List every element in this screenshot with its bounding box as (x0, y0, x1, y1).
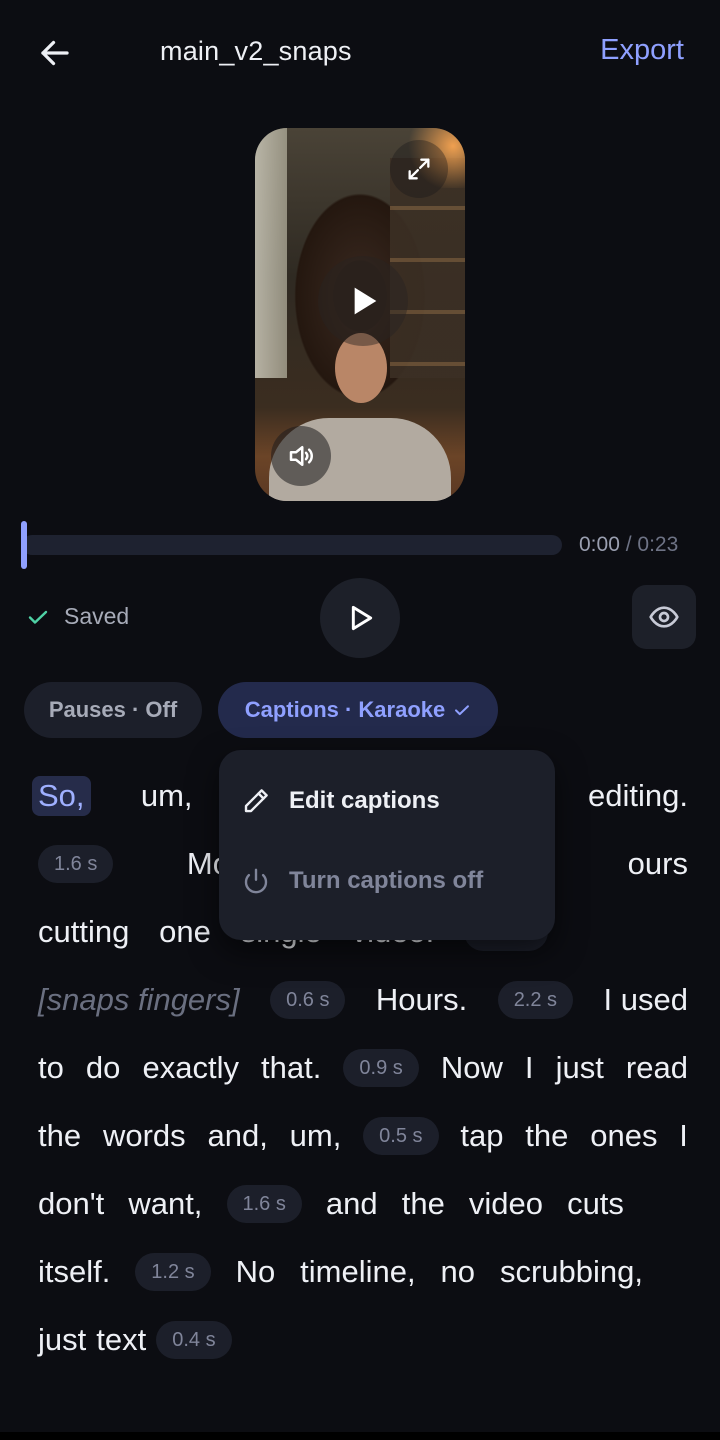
transcript-word[interactable]: the (525, 1118, 568, 1154)
pause-pill[interactable]: 2.2 s (497, 981, 574, 1019)
volume-icon (289, 446, 313, 466)
edit-captions-item[interactable]: Edit captions (241, 786, 440, 816)
transcript-word[interactable]: to (38, 1050, 64, 1086)
pause-pill[interactable]: 0.4 s (156, 1321, 232, 1359)
play-icon (354, 287, 377, 315)
time-separator: / (619, 533, 638, 556)
power-icon (244, 868, 268, 894)
transcript-word[interactable]: want, (128, 1186, 202, 1222)
transcript-line: don't want, 1.6 s and the video cuts (38, 1170, 688, 1238)
annotation[interactable]: [snaps fingers] (38, 982, 240, 1018)
transcript-word[interactable]: scrubbing, (500, 1254, 643, 1290)
transcript-word[interactable]: No (236, 1254, 276, 1290)
transcript-word[interactable]: timeline, (300, 1254, 415, 1290)
pause-pill[interactable]: 0.5 s (363, 1117, 439, 1155)
transcript-word[interactable]: read (626, 1050, 688, 1086)
time-current: 0:00 (579, 533, 620, 556)
transcript-word[interactable]: just (38, 1322, 86, 1358)
turn-captions-off-item[interactable]: Turn captions off (241, 866, 483, 896)
captions-menu: Edit captions Turn captions off (219, 750, 555, 940)
transcript-word[interactable]: I used (604, 982, 688, 1018)
transcript-word[interactable]: um, (141, 778, 193, 814)
save-status: Saved (26, 603, 129, 630)
project-title: main_v2_snaps (160, 36, 352, 66)
preview-toggle-button[interactable] (632, 585, 696, 649)
transcript-word[interactable]: don't (38, 1186, 104, 1222)
system-nav-bar (0, 1432, 720, 1440)
pencil-icon (244, 789, 268, 813)
transcript-line: to do exactly that. 0.9 s Now I just rea… (38, 1034, 688, 1102)
timeline-track[interactable] (22, 535, 562, 555)
timeline-playhead[interactable] (21, 521, 27, 569)
transcript-word[interactable]: and, (207, 1118, 267, 1154)
transcript-word[interactable]: Now (441, 1050, 503, 1086)
play-button[interactable] (320, 578, 400, 658)
fullscreen-button[interactable] (390, 140, 448, 198)
transcript-word[interactable]: I (679, 1118, 688, 1154)
time-readout: 0:00 / 0:23 (579, 533, 678, 557)
transcript-line: the words and, um, 0.5 s tap the ones I (38, 1102, 688, 1170)
transcript-word[interactable]: video (469, 1186, 543, 1222)
transcript-word[interactable]: cuts (567, 1186, 624, 1222)
transcript-word[interactable]: ones (590, 1118, 657, 1154)
transcript-word[interactable]: the (38, 1118, 81, 1154)
transcript-word[interactable]: just (556, 1050, 604, 1086)
transcript-word[interactable]: exactly (142, 1050, 238, 1086)
pause-pill[interactable]: 0.9 s (343, 1049, 419, 1087)
play-icon (351, 605, 373, 631)
volume-button[interactable] (271, 426, 331, 486)
transcript-line: itself. 1.2 s No timeline, no scrubbing, (38, 1238, 688, 1306)
transcript-word[interactable]: itself. (38, 1254, 110, 1290)
transcript-word-active[interactable]: So, (32, 776, 91, 816)
transcript-word[interactable]: I (525, 1050, 534, 1086)
transcript-word[interactable]: the (402, 1186, 445, 1222)
video-play-button[interactable] (318, 256, 408, 346)
back-button[interactable] (32, 30, 78, 76)
export-button[interactable]: Export (600, 34, 684, 67)
eye-icon (649, 606, 679, 628)
transcript-word[interactable]: um, (290, 1118, 342, 1154)
check-icon (455, 705, 470, 716)
transcript-word[interactable]: ours (628, 846, 688, 882)
captions-chip[interactable]: Captions · Karaoke (218, 682, 498, 738)
captions-chip-label: Captions · Karaoke (244, 697, 446, 722)
transcript-word[interactable]: Hours. (376, 982, 467, 1018)
preview-window-light (255, 128, 287, 378)
transcript-word[interactable]: that. (261, 1050, 321, 1086)
time-total: 0:23 (637, 533, 679, 556)
transcript-word[interactable]: cutting (38, 914, 129, 950)
transcript-word[interactable]: tap (460, 1118, 503, 1154)
pauses-chip[interactable]: Pauses · Off (24, 682, 202, 738)
transcript-word[interactable]: no (441, 1254, 475, 1290)
transcript-word[interactable]: do (86, 1050, 120, 1086)
pause-pill[interactable]: 1.2 s (135, 1253, 211, 1291)
edit-captions-label: Edit captions (289, 787, 440, 814)
saved-label: Saved (64, 603, 130, 629)
pause-pill[interactable]: 1.6 s (226, 1185, 302, 1223)
transcript-line: just text 0.4 s (38, 1306, 688, 1374)
turn-captions-off-label: Turn captions off (289, 867, 484, 894)
transcript-line: [snaps fingers] 0.6 s Hours. 2.2 s I use… (38, 966, 688, 1034)
transcript-word[interactable]: words (103, 1118, 186, 1154)
pause-pill[interactable]: 1.6 s (38, 845, 114, 883)
transcript-word[interactable]: editing. (588, 778, 688, 814)
transcript-word[interactable]: text (96, 1322, 146, 1358)
transcript-word[interactable]: one (159, 914, 211, 950)
expand-icon (408, 158, 430, 180)
back-arrow-icon (41, 40, 69, 66)
check-icon (28, 610, 48, 624)
transcript-word[interactable]: and (326, 1186, 378, 1222)
pause-pill[interactable]: 0.6 s (270, 981, 346, 1019)
top-bar: main_v2_snaps Export (0, 0, 720, 106)
